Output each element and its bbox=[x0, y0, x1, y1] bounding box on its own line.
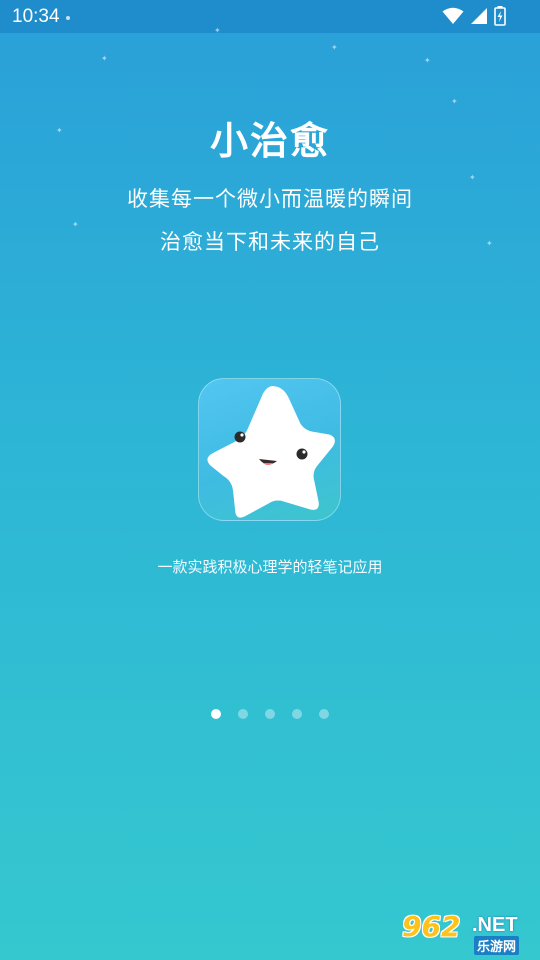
page-dot-2[interactable] bbox=[238, 709, 248, 719]
sparkle-icon: ✦ bbox=[451, 97, 458, 106]
watermark-domain: .NET bbox=[472, 914, 518, 936]
app-description: 一款实践积极心理学的轻笔记应用 bbox=[157, 558, 383, 576]
wifi-icon bbox=[442, 7, 464, 25]
page-dot-5[interactable] bbox=[319, 709, 329, 719]
notification-dot-icon bbox=[66, 16, 70, 20]
status-bar: 10:34 bbox=[0, 0, 540, 33]
sparkle-icon: ✦ bbox=[101, 54, 108, 63]
watermark-number: 962 bbox=[402, 910, 461, 943]
tagline-line-2: 治愈当下和未来的自己 bbox=[160, 230, 380, 254]
watermark-logo: 962 .NET 乐游网 bbox=[400, 908, 532, 956]
watermark-site-name: 乐游网 bbox=[474, 936, 520, 955]
tagline-line-1: 收集每一个微小而温暖的瞬间 bbox=[127, 187, 413, 211]
sparkle-icon: ✦ bbox=[469, 173, 476, 182]
smiling-star-icon bbox=[207, 386, 335, 518]
sparkle-icon: ✦ bbox=[331, 43, 338, 52]
sparkle-icon: ✦ bbox=[214, 26, 221, 35]
page-dot-4[interactable] bbox=[292, 709, 302, 719]
sparkle-icon: ✦ bbox=[424, 56, 431, 65]
app-title: 小治愈 bbox=[209, 119, 330, 163]
battery-charging-icon bbox=[494, 6, 506, 26]
status-icons bbox=[442, 6, 506, 26]
app-logo bbox=[198, 378, 341, 521]
page-indicator[interactable] bbox=[0, 709, 540, 719]
status-time: 10:34 bbox=[12, 6, 60, 27]
signal-icon bbox=[470, 7, 488, 25]
page-dot-1[interactable] bbox=[211, 709, 221, 719]
page-dot-3[interactable] bbox=[265, 709, 275, 719]
